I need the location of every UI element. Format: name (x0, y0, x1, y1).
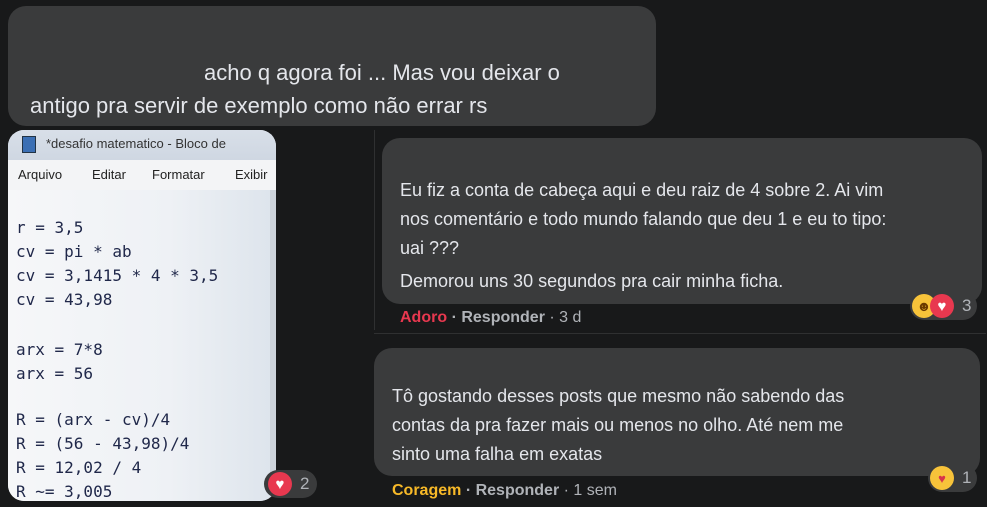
heart-reaction-icon: ♥ (930, 294, 954, 318)
thread-divider (374, 130, 375, 330)
comment-timestamp[interactable]: 3 d (559, 309, 581, 326)
reply-button[interactable]: Responder (476, 482, 560, 499)
comment-bubble: Eu fiz a conta de cabeça aqui e deu raiz… (382, 138, 982, 304)
comment-text-line: acho q agora foi ... Mas vou deixar o (204, 60, 560, 85)
comment-text-line: Tô gostando desses posts que mesmo não s… (392, 386, 845, 406)
code-line: R ~= 3,005 (16, 482, 113, 501)
menu-item-exibir: Exibir (235, 167, 268, 182)
comment-bubble-top: acho q agora foi ... Mas vou deixar o an… (8, 6, 656, 126)
notepad-titlebar: *desafio matematico - Bloco de (8, 130, 276, 160)
reply-button[interactable]: Responder (461, 309, 545, 326)
photo-reaction-summary[interactable]: ♥ 2 (264, 470, 318, 498)
comment-text-line: Demorou uns 30 segundos pra cair minha f… (400, 271, 784, 291)
comment-reaction-summary[interactable]: ♥ 1 (928, 464, 978, 492)
code-line: R = (56 - 43,98)/4 (16, 434, 190, 453)
reaction-count: 3 (962, 296, 972, 315)
care-reaction-icon: ♥ (930, 466, 954, 490)
heart-reaction-icon: ♥ (268, 472, 292, 496)
menu-item-editar: Editar (92, 167, 126, 182)
notepad-editor: r = 3,5 cv = pi * ab cv = 3,1415 * 4 * 3… (8, 190, 276, 501)
menu-item-arquivo: Arquivo (18, 167, 63, 182)
comment-text-line: Eu fiz a conta de cabeça aqui e deu raiz… (400, 180, 884, 200)
code-line: cv = pi * ab (16, 242, 132, 261)
comment-text-line: nos comentário e todo mundo falando que … (400, 209, 887, 229)
code-line: R = 12,02 / 4 (16, 458, 142, 477)
thread-divider (374, 333, 986, 334)
reaction-button[interactable]: Coragem (392, 482, 461, 499)
code-line: arx = 7*8 (16, 340, 103, 359)
reaction-count: 2 (300, 474, 310, 493)
notepad-window-title: *desafio matematico - Bloco de (46, 136, 226, 151)
code-line: cv = 3,1415 * 4 * 3,5 (16, 266, 219, 285)
notepad-scrollbar (270, 190, 276, 501)
reaction-button[interactable]: Adoro (400, 309, 447, 326)
code-line: arx = 56 (16, 364, 94, 383)
comment-text-line: antigo pra servir de exemplo como não er… (30, 93, 488, 118)
code-line: cv = 43,98 (16, 290, 113, 309)
comment-actions: Adoro · Responder · 3 d (400, 309, 582, 326)
code-line: R = (arx - cv)/4 (16, 410, 171, 429)
comment-bubble: Tô gostando desses posts que mesmo não s… (374, 348, 980, 476)
comment-actions: Coragem · Responder · 1 sem (392, 482, 617, 499)
comment-timestamp[interactable]: 1 sem (573, 482, 617, 499)
notepad-icon (22, 136, 36, 153)
reaction-count: 1 (962, 468, 972, 487)
attached-photo[interactable]: *desafio matematico - Bloco de Arquivo E… (8, 130, 276, 501)
notepad-menubar: Arquivo Editar Formatar Exibir (8, 160, 276, 191)
comment-text-line: uai ??? (400, 238, 460, 258)
comment-text-line: sinto uma falha em exatas (392, 444, 603, 464)
code-line: r = 3,5 (16, 218, 84, 237)
comment-text-line: contas da pra fazer mais ou menos no olh… (392, 415, 844, 435)
comment-reaction-summary[interactable]: ☻ ♥ 3 (910, 292, 978, 320)
menu-item-formatar: Formatar (152, 167, 205, 182)
